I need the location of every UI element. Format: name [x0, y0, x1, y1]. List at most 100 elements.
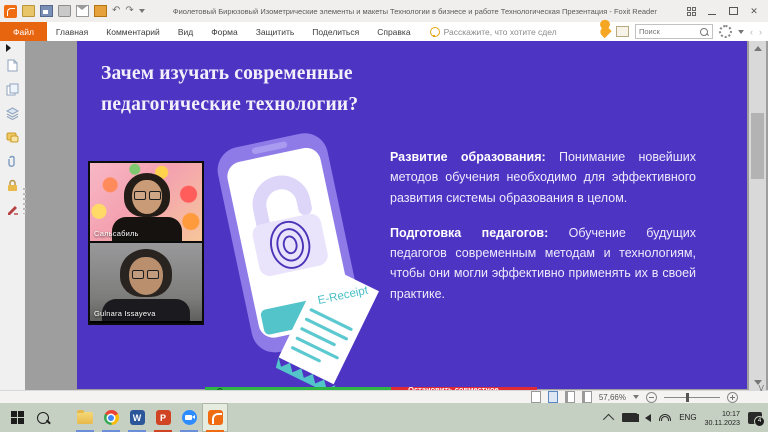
tab-form[interactable]: Форма [202, 22, 247, 41]
taskbar-powerpoint[interactable]: P [150, 403, 176, 432]
search-box[interactable] [635, 24, 713, 39]
panel-splitter-handle[interactable] [23, 188, 26, 214]
file-explorer-icon [77, 412, 93, 424]
nav-forward-icon[interactable]: › [759, 27, 762, 37]
email-icon[interactable] [76, 5, 89, 17]
tab-file[interactable]: Файл [0, 22, 47, 41]
notification-badge: 4 [754, 416, 765, 427]
zoom-out-button[interactable] [646, 392, 657, 403]
tab-view[interactable]: Вид [169, 22, 202, 41]
title-bar: ↶ ↷ Фиолетовый Бирюзовый Изометрические … [0, 0, 768, 22]
tell-me-box[interactable]: Расскажите, что хотите сдел [430, 27, 557, 37]
close-button[interactable]: ✕ [748, 6, 760, 16]
expand-panel-icon[interactable] [6, 44, 11, 52]
taskbar-zoom[interactable] [176, 403, 202, 432]
tab-protect[interactable]: Защитить [247, 22, 304, 41]
powerpoint-icon: P [156, 410, 171, 425]
paragraph-1-lead: Развитие образования: [390, 150, 546, 164]
clipboard-icon[interactable] [94, 5, 107, 17]
attachments-icon[interactable] [6, 155, 19, 168]
bookmarks-icon[interactable] [6, 59, 19, 72]
clock-time: 10:17 [705, 409, 740, 418]
scrollbar-thumb[interactable] [751, 113, 764, 179]
facing-view-icon[interactable] [565, 391, 575, 403]
taskbar-chrome[interactable] [98, 403, 124, 432]
speaker-icon[interactable] [645, 414, 651, 422]
security-icon[interactable] [6, 179, 19, 192]
single-page-view-icon[interactable] [531, 391, 541, 403]
windows-taskbar: W P ENG 10:17 30.11.2023 4 [0, 403, 768, 432]
tab-share[interactable]: Поделиться [303, 22, 368, 41]
taskbar-word[interactable]: W [124, 403, 150, 432]
lightbulb-icon [430, 27, 440, 37]
collapse-chevron-icon[interactable]: ᐯ [759, 384, 764, 393]
facing-continuous-view-icon[interactable] [582, 391, 592, 403]
zoom-in-button[interactable] [727, 392, 738, 403]
video-participants-panel[interactable]: Сальсабиль Gulnara Issayeva [88, 161, 204, 325]
zoom-level[interactable]: 57,66% [599, 393, 626, 402]
notification-center-icon[interactable]: 4 [748, 412, 762, 424]
page-thumbnails-icon[interactable] [6, 83, 19, 96]
undo-icon[interactable]: ↶ [112, 6, 120, 16]
tab-comment[interactable]: Комментарий [97, 22, 169, 41]
vertical-scrollbar[interactable] [749, 41, 766, 390]
windows-logo-icon [11, 411, 24, 424]
taskbar-clock[interactable]: 10:17 30.11.2023 [705, 409, 740, 427]
foxit-reader-window: ↶ ↷ Фиолетовый Бирюзовый Изометрические … [0, 0, 768, 432]
participant-1-name: Сальсабиль [94, 229, 139, 238]
quick-access-toolbar: ↶ ↷ [0, 5, 145, 18]
print-icon[interactable] [58, 5, 71, 17]
redo-icon[interactable]: ↷ [125, 6, 133, 16]
glasses-icon [134, 191, 161, 200]
zoom-app-icon [182, 410, 197, 425]
slide-title: Зачем изучать современные педагогические… [101, 58, 411, 120]
status-bar: 57,66% [0, 390, 768, 403]
word-icon: W [130, 410, 145, 425]
signature-icon[interactable] [6, 203, 19, 216]
search-icon [37, 412, 49, 424]
comments-icon[interactable] [6, 131, 19, 144]
tell-me-label: Расскажите, что хотите сдел [444, 27, 557, 37]
pdf-slide: Зачем изучать современные педагогические… [77, 41, 747, 389]
start-button[interactable] [4, 403, 30, 432]
gear-icon[interactable] [719, 25, 732, 38]
search-icon [700, 28, 708, 36]
language-indicator[interactable]: ENG [679, 413, 696, 422]
participant-2-name: Gulnara Issayeva [94, 309, 156, 318]
foxit-icon [208, 410, 223, 425]
taskbar-foxit-active[interactable] [202, 403, 228, 432]
paragraph-1: Развитие образования: Понимание новейших… [390, 147, 696, 208]
layers-icon[interactable] [6, 107, 19, 120]
window-controls: ✕ [685, 6, 768, 16]
participant-video-1[interactable]: Сальсабиль [90, 163, 202, 241]
participant-video-2[interactable]: Gulnara Issayeva [90, 241, 202, 321]
paragraph-2-lead: Подготовка педагогов: [390, 226, 548, 240]
open-file-icon[interactable] [22, 5, 35, 17]
scroll-up-icon[interactable] [754, 46, 762, 51]
restore-button[interactable] [727, 6, 739, 16]
phone-illustration: E-Receipt [197, 121, 387, 389]
nav-back-icon[interactable]: ‹ [750, 27, 753, 37]
taskbar-file-explorer[interactable] [72, 403, 98, 432]
minimize-button[interactable] [706, 6, 718, 16]
gear-dropdown-icon[interactable] [738, 30, 744, 34]
continuous-view-icon[interactable] [548, 391, 558, 403]
like-icon[interactable] [598, 25, 611, 38]
snapshot-icon[interactable] [616, 26, 629, 37]
ribbon-tab-bar: Файл Главная Комментарий Вид Форма Защит… [0, 22, 768, 41]
wifi-icon[interactable] [659, 414, 671, 421]
foxit-logo-icon [4, 5, 17, 18]
tray-expand-icon[interactable] [603, 413, 614, 424]
zoom-slider[interactable] [664, 397, 720, 398]
taskbar-search-button[interactable] [30, 403, 56, 432]
tab-help[interactable]: Справка [368, 22, 419, 41]
window-title: Фиолетовый Бирюзовый Изометрические элем… [145, 7, 685, 16]
layout-grid-icon[interactable] [685, 6, 697, 16]
tab-home[interactable]: Главная [47, 22, 97, 41]
battery-icon[interactable] [622, 413, 637, 422]
paragraph-2: Подготовка педагогов: Обучение будущих п… [390, 223, 696, 304]
zoom-slider-thumb[interactable] [686, 393, 689, 402]
search-input[interactable] [636, 27, 700, 36]
save-icon[interactable] [40, 5, 53, 17]
zoom-dropdown-icon[interactable] [633, 395, 639, 399]
